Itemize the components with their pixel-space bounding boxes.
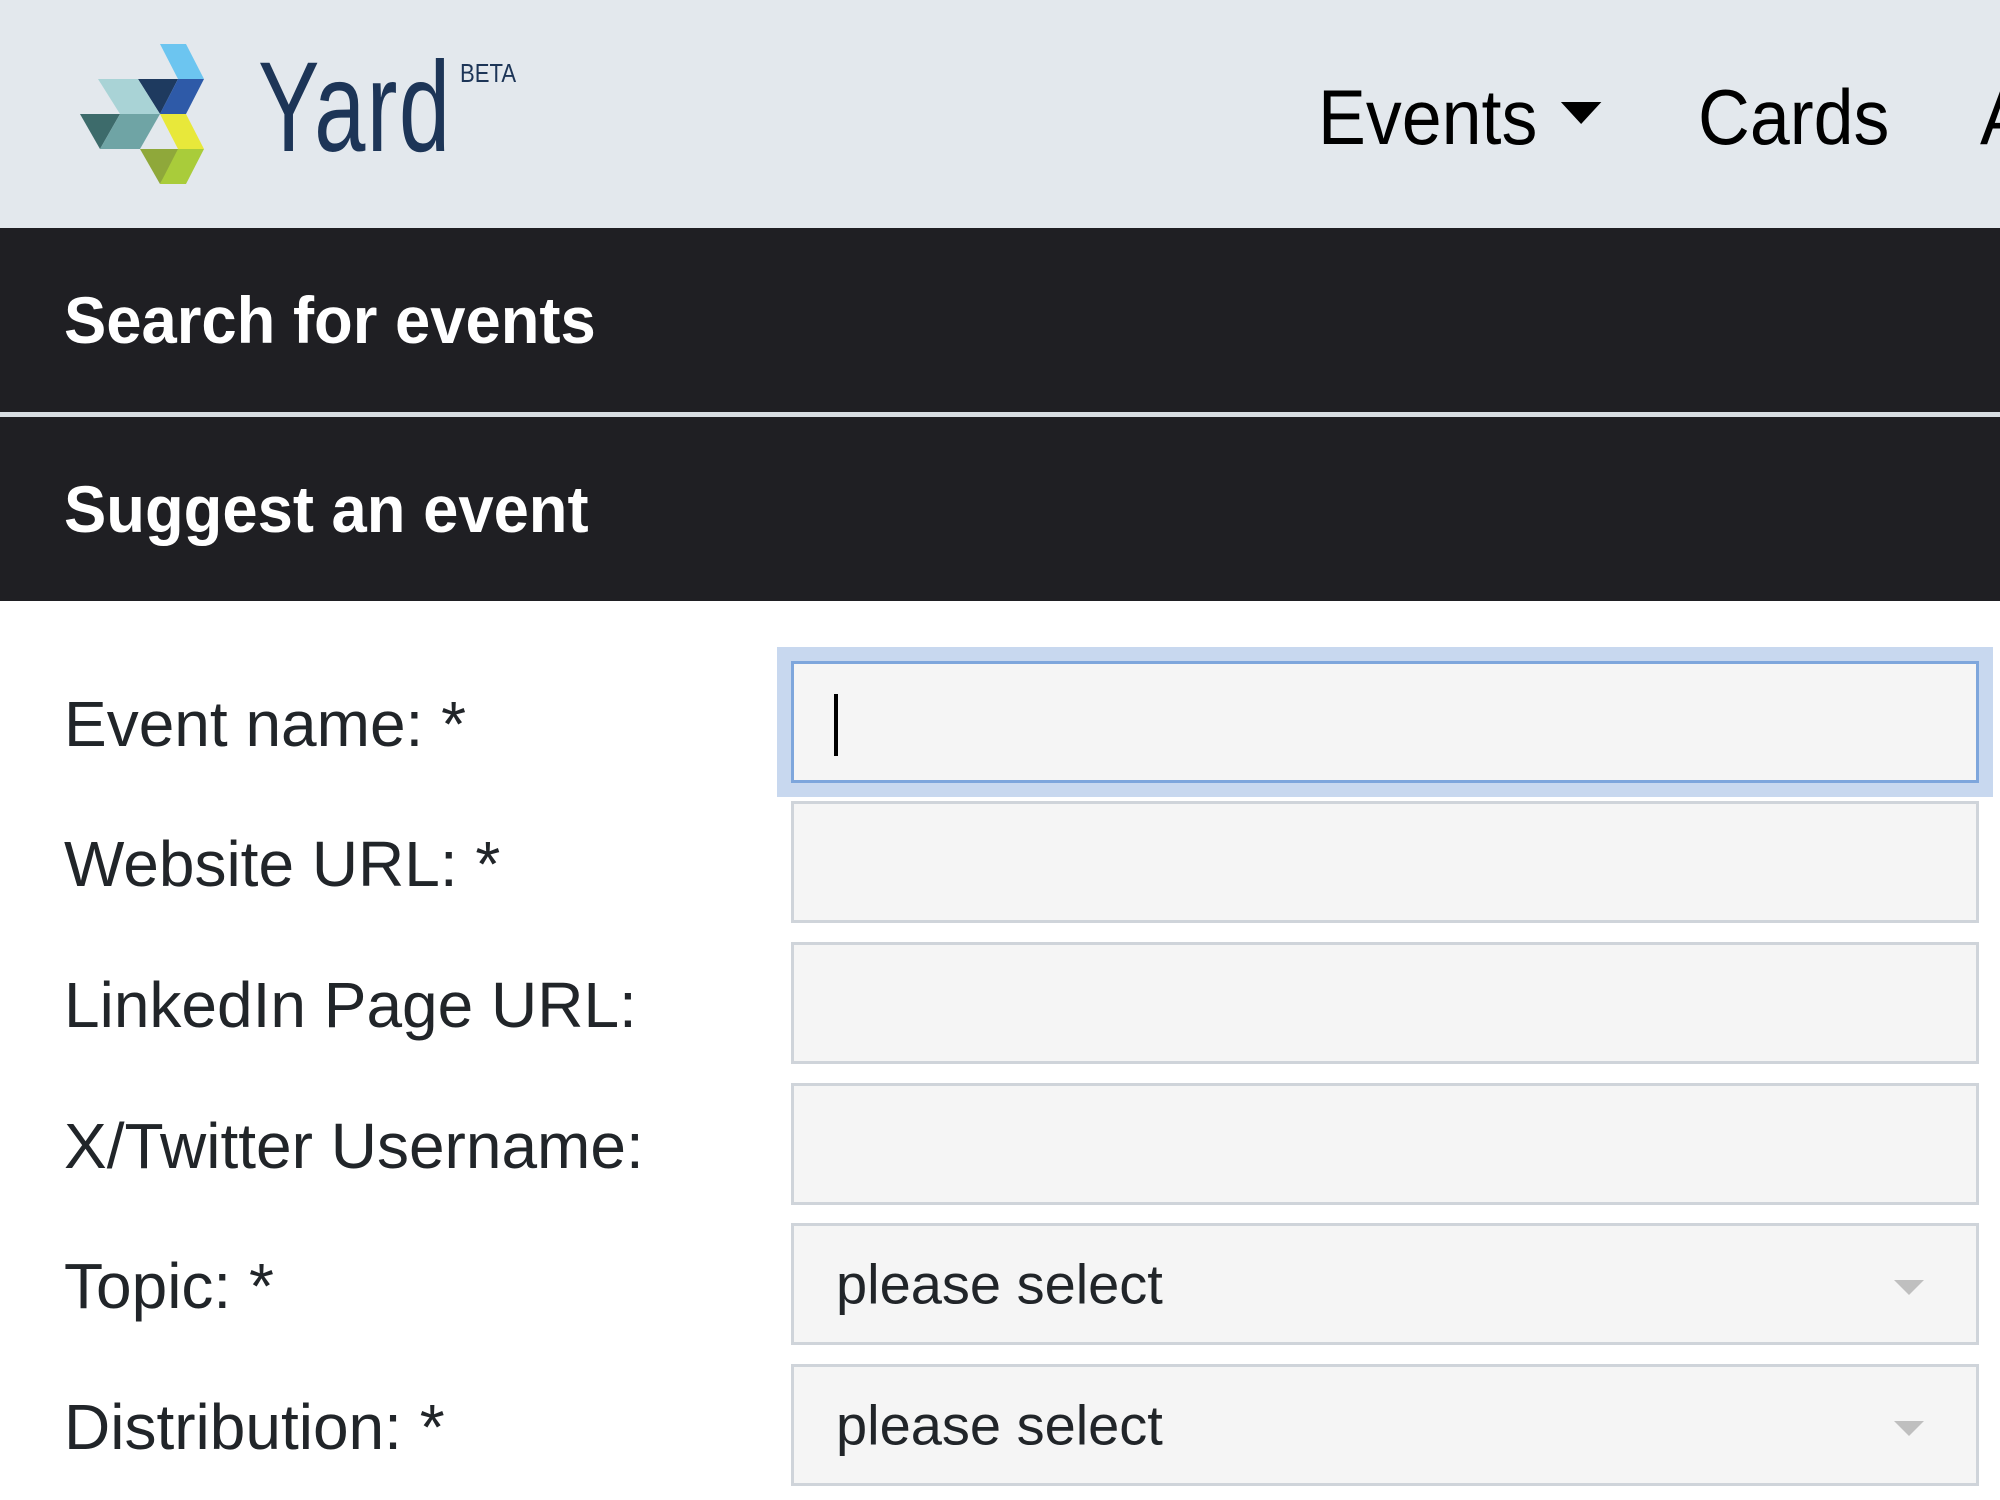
yard-logo-icon[interactable] bbox=[80, 42, 222, 184]
website-url-input[interactable] bbox=[791, 801, 1979, 923]
linkedin-url-label: LinkedIn Page URL: bbox=[64, 969, 637, 1041]
caret-down-icon bbox=[1561, 101, 1602, 124]
form-row-linkedin-url: LinkedIn Page URL: bbox=[0, 942, 2000, 1068]
twitter-username-input[interactable] bbox=[791, 1083, 1979, 1205]
site-header: Yard BETA Events Cards A bbox=[0, 0, 2000, 228]
event-name-label: Event name: * bbox=[64, 688, 466, 760]
twitter-username-label: X/Twitter Username: bbox=[64, 1110, 644, 1182]
search-events-section-header[interactable]: Search for events bbox=[0, 228, 2000, 412]
nav-events-label: Events bbox=[1318, 73, 1538, 161]
event-name-input[interactable] bbox=[791, 661, 1979, 783]
text-cursor bbox=[834, 694, 838, 756]
nav-cards[interactable]: Cards bbox=[1698, 72, 1889, 163]
brand-name[interactable]: Yard bbox=[258, 44, 452, 172]
form-row-website-url: Website URL: * bbox=[0, 801, 2000, 927]
topic-label: Topic: * bbox=[64, 1250, 274, 1322]
suggest-event-section-header[interactable]: Suggest an event bbox=[0, 417, 2000, 601]
distribution-select-value: please select bbox=[836, 1393, 1163, 1457]
nav-cards-label: Cards bbox=[1698, 73, 1890, 161]
chevron-down-icon bbox=[1894, 1280, 1924, 1295]
search-events-title: Search for events bbox=[64, 283, 596, 357]
suggest-event-title: Suggest an event bbox=[64, 472, 589, 546]
distribution-label: Distribution: * bbox=[64, 1391, 445, 1463]
beta-badge: BETA bbox=[460, 58, 517, 88]
nav-events[interactable]: Events bbox=[1318, 72, 1602, 163]
nav-truncated-label: A bbox=[1980, 72, 2000, 163]
distribution-select[interactable]: please select bbox=[791, 1364, 1979, 1486]
form-row-twitter-username: X/Twitter Username: bbox=[0, 1083, 2000, 1209]
form-row-event-name: Event name: * bbox=[0, 661, 2000, 787]
nav-item-truncated[interactable]: A bbox=[1980, 72, 2000, 163]
topic-select[interactable]: please select bbox=[791, 1223, 1979, 1345]
form-row-distribution: Distribution: * please select bbox=[0, 1364, 2000, 1490]
website-url-label: Website URL: * bbox=[64, 828, 501, 900]
form-row-topic: Topic: * please select bbox=[0, 1223, 2000, 1349]
chevron-down-icon bbox=[1894, 1421, 1924, 1436]
topic-select-value: please select bbox=[836, 1252, 1163, 1316]
linkedin-url-input[interactable] bbox=[791, 942, 1979, 1064]
